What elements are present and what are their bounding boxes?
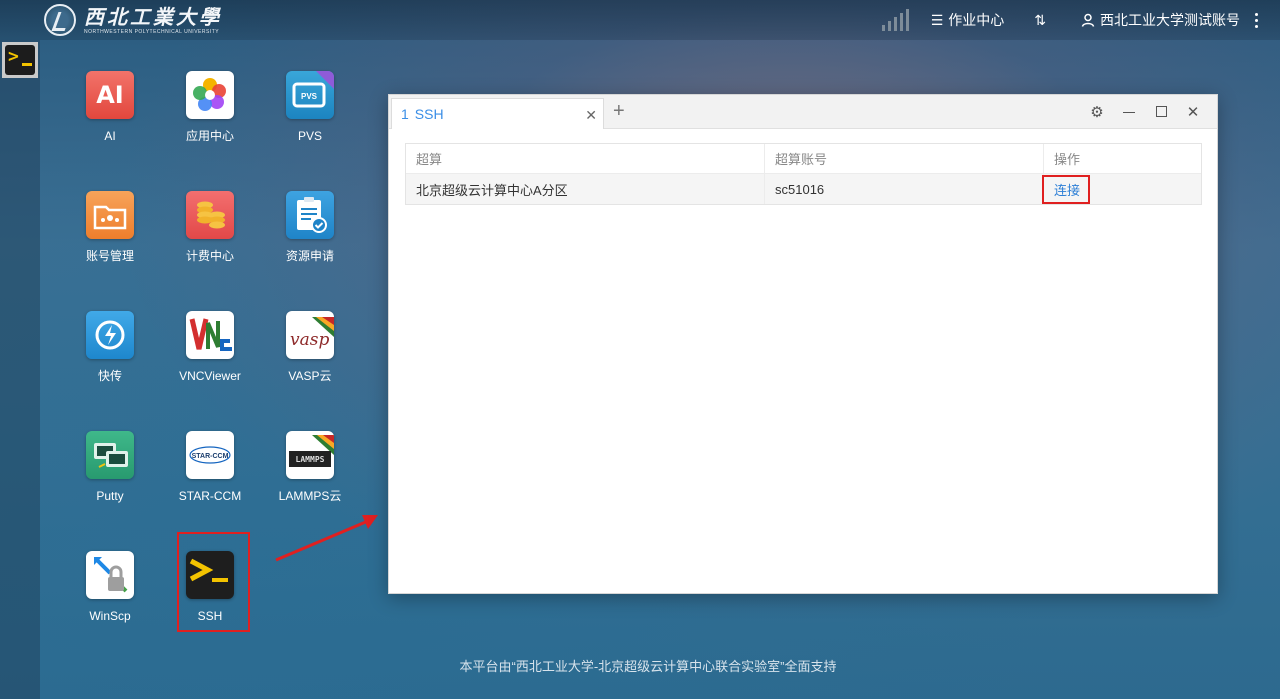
tab-label: SSH [414,106,444,122]
tab-ssh[interactable]: 1 SSH ✕ [391,98,604,129]
maximize-icon[interactable] [1145,104,1177,121]
app-vasp[interactable]: vasp VASP云 [265,311,355,383]
billing-coins-icon [186,191,234,239]
pvs-icon: PVS [286,71,334,119]
resource-clipboard-icon [286,191,334,239]
up-down-arrows-icon: ⇅ [1034,11,1046,28]
ssh-window: 1 SSH ✕ + ⚙ ✕ 超算 超算账号 操作 北京超级云计算中心A分区 sc… [388,94,1218,594]
app-pvs[interactable]: PVS PVS [265,71,355,143]
app-label: VNCViewer [179,369,241,383]
job-center-button[interactable]: ☰ 作业中心 [931,10,1005,30]
app-billing[interactable]: 计费中心 [165,191,255,263]
column-header-cluster: 超算 [406,144,765,173]
table-header-row: 超算 超算账号 操作 [406,144,1201,174]
app-label: LAMMPS云 [278,489,342,503]
more-menu-icon[interactable] [1250,12,1262,28]
list-icon: ☰ [930,11,944,28]
app-ai[interactable]: AI AI [65,71,155,143]
add-tab-icon[interactable]: + [613,101,625,121]
app-label: 应用中心 [185,129,234,143]
vnc-icon [186,311,234,359]
terminal-icon: > [5,45,35,75]
app-star-ccm[interactable]: STAR-CCM STAR-CCM [165,431,255,503]
app-label: VASP云 [288,369,332,383]
column-header-action: 操作 [1054,152,1081,167]
university-logo: 西北工業大學 NORTHWESTERN POLYTECHNICAL UNIVER… [44,4,222,36]
app-putty[interactable]: Putty [65,431,155,503]
app-account[interactable]: 账号管理 [65,191,155,263]
ssh-highlight-box [177,532,250,632]
university-seal-icon [44,4,76,36]
app-resource-request[interactable]: 资源申请 [265,191,355,263]
app-label: Putty [96,489,124,503]
app-label: 快传 [97,369,122,383]
taskbar: > [0,40,40,699]
pointer-arrow-icon [275,515,378,562]
svg-text:PVS: PVS [301,92,318,101]
app-fast-transfer[interactable]: 快传 [65,311,155,383]
footer-text: 本平台由“西北工业大学-北京超级云计算中心联合实验室”全面支持 [459,659,837,674]
app-lammps[interactable]: LAMMPS LAMMPS云 [265,431,355,503]
account-cell: sc51016 [765,174,1044,204]
svg-text:vasp: vasp [290,330,329,350]
user-icon [1081,13,1095,27]
taskbar-ssh-button[interactable]: > [2,42,38,78]
cluster-name-cell: 北京超级云计算中心A分区 [406,174,765,204]
putty-icon [86,431,134,479]
app-app-center[interactable]: 应用中心 [165,71,255,143]
star-ccm-icon: STAR-CCM [186,431,234,479]
window-header: 1 SSH ✕ + ⚙ ✕ [389,95,1217,129]
cluster-table: 超算 超算账号 操作 北京超级云计算中心A分区 sc51016 连接 [405,143,1202,205]
logo-chinese-name: 西北工業大學 [84,5,222,29]
svg-text:STAR-CCM: STAR-CCM [192,453,229,460]
vasp-icon: vasp [286,311,334,359]
top-bar: 西北工業大學 NORTHWESTERN POLYTECHNICAL UNIVER… [0,0,1280,40]
transfer-button[interactable]: ⇅ [1034,12,1051,29]
fast-transfer-icon [86,311,134,359]
app-winscp[interactable]: WinScp [65,551,155,623]
lammps-icon: LAMMPS [286,431,334,479]
app-center-icon [186,71,234,119]
connect-highlight-box [1042,175,1090,204]
minimize-icon[interactable] [1113,104,1145,121]
app-label: PVS [297,129,322,143]
svg-text:LAMMPS: LAMMPS [296,455,325,464]
app-label: AI [104,129,116,143]
app-vncviewer[interactable]: VNCViewer [165,311,255,383]
tab-number: 1 [401,106,409,122]
ai-icon: AI [86,71,134,119]
account-name: 西北工业大学测试账号 [1100,12,1240,28]
app-label: WinScp [89,609,131,623]
settings-gear-icon[interactable]: ⚙ [1081,103,1113,121]
app-label: 计费中心 [185,249,234,263]
logo-english-name: NORTHWESTERN POLYTECHNICAL UNIVERSITY [84,29,220,35]
close-tab-icon[interactable]: ✕ [585,107,597,124]
winscp-icon [86,551,134,599]
account-folder-icon [86,191,134,239]
job-center-label: 作业中心 [948,12,1005,28]
account-menu[interactable]: 西北工业大学测试账号 [1081,10,1240,30]
column-header-account: 超算账号 [765,144,1044,173]
close-window-icon[interactable]: ✕ [1177,103,1209,121]
app-label: 账号管理 [85,249,134,263]
app-label: STAR-CCM [178,489,242,503]
app-label: 资源申请 [285,249,334,263]
signal-icon[interactable] [881,9,909,31]
